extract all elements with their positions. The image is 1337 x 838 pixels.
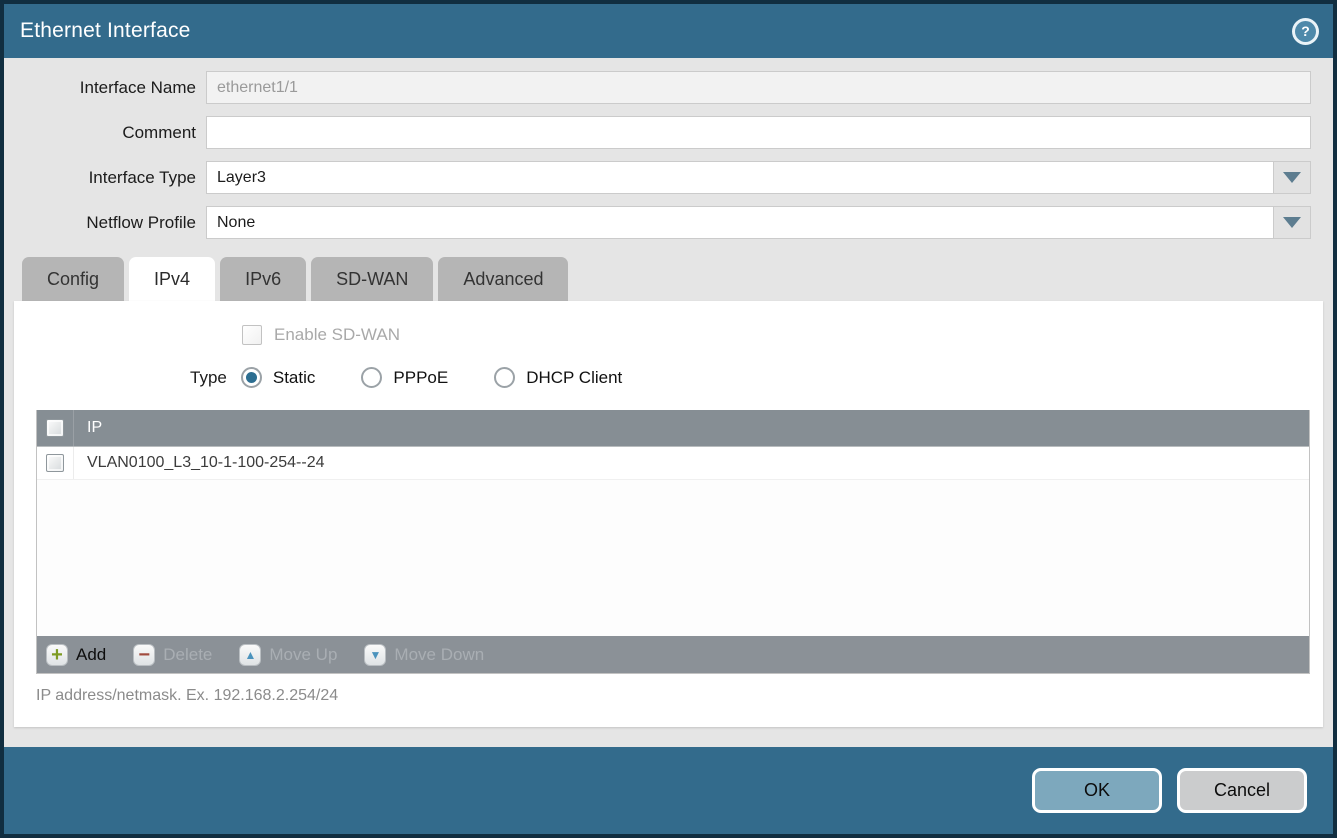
radio-pppoe-label: PPPoE (393, 368, 448, 388)
ip-format-hint: IP address/netmask. Ex. 192.168.2.254/24 (36, 687, 1323, 715)
enable-sdwan-row: Enable SD-WAN (242, 325, 1323, 345)
comment-row: Comment (4, 116, 1311, 149)
move-up-button[interactable]: ▲ Move Up (239, 644, 337, 666)
radio-dhcp-client[interactable]: DHCP Client (494, 367, 622, 388)
table-row[interactable]: VLAN0100_L3_10-1-100-254--24 (37, 447, 1309, 480)
ip-table-body: VLAN0100_L3_10-1-100-254--24 (37, 447, 1309, 636)
dialog-title: Ethernet Interface (20, 19, 191, 43)
interface-name-input (207, 72, 1310, 103)
select-all-checkbox[interactable] (46, 419, 64, 437)
type-row: Type Static PPPoE DHCP Client (190, 367, 1323, 388)
tab-sdwan[interactable]: SD-WAN (311, 257, 433, 301)
chevron-down-icon (1283, 217, 1301, 228)
add-button-label: Add (76, 645, 106, 665)
netflow-profile-value: None (207, 214, 265, 232)
enable-sdwan-label: Enable SD-WAN (274, 325, 400, 345)
interface-type-row: Interface Type Layer3 (4, 161, 1311, 194)
radio-button-icon (494, 367, 515, 388)
ethernet-interface-dialog: Ethernet Interface ? Interface Name Comm… (0, 0, 1337, 838)
comment-input[interactable] (207, 117, 1310, 148)
add-button[interactable]: + Add (46, 644, 106, 666)
radio-button-icon (361, 367, 382, 388)
move-down-button-label: Move Down (394, 645, 484, 665)
ip-table-header: IP (37, 410, 1309, 447)
radio-button-icon (241, 367, 262, 388)
interface-name-field-wrap (206, 71, 1311, 104)
plus-icon: + (46, 644, 68, 666)
minus-icon: − (133, 644, 155, 666)
netflow-profile-dropdown-button[interactable] (1273, 207, 1310, 238)
interface-name-row: Interface Name (4, 71, 1311, 104)
netflow-profile-dropdown[interactable]: None (206, 206, 1311, 239)
row-checkbox-cell (37, 447, 74, 479)
ip-column-header: IP (74, 419, 102, 437)
chevron-down-icon (1283, 172, 1301, 183)
tab-advanced[interactable]: Advanced (438, 257, 568, 301)
enable-sdwan-checkbox[interactable] (242, 325, 262, 345)
select-all-cell (37, 410, 74, 446)
question-mark-icon: ? (1295, 21, 1316, 42)
interface-type-value: Layer3 (207, 169, 276, 187)
tab-ipv6[interactable]: IPv6 (220, 257, 306, 301)
move-up-button-label: Move Up (269, 645, 337, 665)
netflow-profile-label: Netflow Profile (4, 213, 206, 233)
arrow-up-icon: ▲ (239, 644, 261, 666)
netflow-profile-row: Netflow Profile None (4, 206, 1311, 239)
delete-button-label: Delete (163, 645, 212, 665)
ip-table: IP VLAN0100_L3_10-1-100-254--24 + Add − … (36, 410, 1310, 674)
tab-config[interactable]: Config (22, 257, 124, 301)
interface-type-dropdown-button[interactable] (1273, 162, 1310, 193)
comment-field-wrap (206, 116, 1311, 149)
form-area: Interface Name Comment Interface Type La… (4, 58, 1333, 251)
tab-strip: Config IPv4 IPv6 SD-WAN Advanced (4, 251, 1333, 301)
radio-pppoe[interactable]: PPPoE (361, 367, 448, 388)
radio-static-label: Static (273, 368, 316, 388)
tab-ipv4[interactable]: IPv4 (129, 257, 215, 301)
delete-button[interactable]: − Delete (133, 644, 212, 666)
move-down-button[interactable]: ▼ Move Down (364, 644, 484, 666)
help-icon[interactable]: ? (1292, 18, 1319, 45)
interface-type-label: Interface Type (4, 168, 206, 188)
type-radio-group: Static PPPoE DHCP Client (241, 367, 668, 388)
row-checkbox[interactable] (46, 454, 64, 472)
interface-type-dropdown[interactable]: Layer3 (206, 161, 1311, 194)
ipv4-tab-panel: Enable SD-WAN Type Static PPPoE DHCP Cli… (14, 301, 1323, 727)
dialog-footer: OK Cancel (4, 747, 1333, 834)
table-toolbar: + Add − Delete ▲ Move Up ▼ Move Down (37, 636, 1309, 673)
footer-gap (4, 727, 1333, 747)
ip-cell: VLAN0100_L3_10-1-100-254--24 (74, 454, 325, 472)
arrow-down-icon: ▼ (364, 644, 386, 666)
type-label: Type (190, 368, 227, 388)
comment-label: Comment (4, 123, 206, 143)
ok-button[interactable]: OK (1032, 768, 1162, 813)
radio-static[interactable]: Static (241, 367, 316, 388)
interface-name-label: Interface Name (4, 78, 206, 98)
cancel-button[interactable]: Cancel (1177, 768, 1307, 813)
dialog-titlebar: Ethernet Interface ? (4, 4, 1333, 58)
radio-dhcp-client-label: DHCP Client (526, 368, 622, 388)
